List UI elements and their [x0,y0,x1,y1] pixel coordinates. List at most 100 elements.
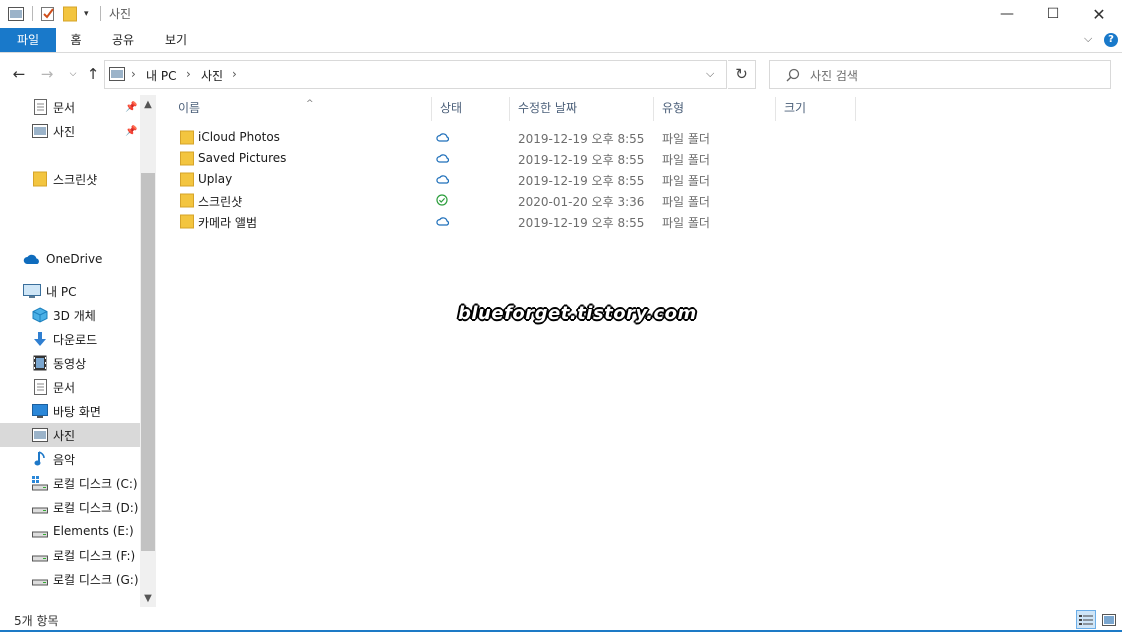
nav-item-label: 사진 [53,124,76,139]
nav-item-pictures[interactable]: 사진 [0,423,140,447]
nav-item-documents-quick[interactable]: 문서 📌 [0,95,140,119]
ribbon: 파일 홈 공유 보기 ⌵ ? [0,28,1122,53]
address-dropdown-icon[interactable]: ⌵ [706,67,714,81]
new-folder-icon[interactable] [63,5,77,23]
tab-file[interactable]: 파일 [0,28,56,52]
file-row[interactable]: Uplay 2019-12-19 오후 8:55 파일 폴더 [176,169,736,190]
pc-icon [23,283,41,299]
nav-item-label: 3D 개체 [53,308,96,323]
recent-locations-icon[interactable]: ⌵ [64,65,82,83]
file-name: Uplay [198,172,233,186]
scroll-down-icon[interactable]: ▼ [140,591,156,607]
music-icon [32,451,48,467]
file-modified: 2019-12-19 오후 8:55 [518,216,645,230]
file-row[interactable]: 스크린샷 2020-01-20 오후 3:36 파일 폴더 [176,190,736,211]
folder-icon [180,130,194,148]
cloud-icon [436,173,450,187]
nav-item-label: 스크린샷 [53,172,98,187]
documents-icon [32,99,48,115]
nav-item-desktop[interactable]: 바탕 화면 [0,399,140,423]
tab-home[interactable]: 홈 [62,28,90,52]
nav-scrollbar[interactable]: ▲ ▼ [140,95,156,607]
nav-item-pictures-quick[interactable]: 사진 📌 [0,119,140,143]
tab-view[interactable]: 보기 [159,28,193,52]
synced-check-icon [436,194,448,209]
file-row[interactable]: iCloud Photos 2019-12-19 오후 8:55 파일 폴더 [176,127,736,148]
nav-item-label: 로컬 디스크 (G:) [53,572,139,587]
folder-icon [180,172,194,190]
large-icons-view-icon[interactable] [1099,610,1119,629]
pictures-folder-icon [109,67,125,84]
forward-arrow-icon[interactable]: → [38,65,56,83]
nav-item-label: 음악 [53,452,76,467]
nav-item-music[interactable]: 음악 [0,447,140,471]
nav-item-drive-c[interactable]: 로컬 디스크 (C:) [0,471,140,495]
nav-item-3d-objects[interactable]: 3D 개체 [0,303,140,327]
nav-item-label: 문서 [53,380,76,395]
folder-icon [32,171,48,187]
back-arrow-icon[interactable]: ← [10,65,28,83]
column-header-modified[interactable]: 수정한 날짜 [510,97,654,121]
breadcrumb-this-pc[interactable]: 내 PC [146,67,176,84]
file-row[interactable]: 카메라 앨범 2019-12-19 오후 8:55 파일 폴더 [176,211,736,232]
nav-item-drive-f[interactable]: 로컬 디스크 (F:) [0,543,140,567]
properties-icon[interactable] [40,5,56,23]
breadcrumb-chevron-icon[interactable]: › [232,67,237,81]
minimize-icon[interactable]: — [984,0,1030,28]
column-header-status[interactable]: 상태 [432,97,510,121]
scrollbar-thumb[interactable] [141,173,155,551]
expand-ribbon-icon[interactable]: ⌵ [1084,32,1092,46]
tab-share[interactable]: 공유 [106,28,140,52]
nav-item-drive-e[interactable]: Elements (E:) [0,519,140,543]
nav-item-drive-g[interactable]: 로컬 디스크 (G:) [0,567,140,591]
help-icon[interactable]: ? [1104,33,1118,47]
maximize-icon[interactable]: ☐ [1030,0,1076,28]
search-icon [786,68,800,85]
nav-item-label: Elements (E:) [53,524,134,538]
refresh-icon[interactable]: ↻ [728,60,756,89]
search-input[interactable]: 사진 검색 [769,60,1111,89]
system-drive-icon [32,475,48,491]
breadcrumb-pictures[interactable]: 사진 [201,67,223,84]
drive-icon [32,547,48,563]
nav-item-downloads[interactable]: 다운로드 [0,327,140,351]
nav-item-onedrive[interactable]: OneDrive [0,247,140,271]
nav-item-label: 바탕 화면 [53,404,101,419]
breadcrumb-chevron-icon[interactable]: › [186,67,191,81]
file-modified: 2020-01-20 오후 3:36 [518,195,645,209]
column-header-name[interactable]: 이름 ^ [170,97,432,121]
nav-item-drive-d[interactable]: 로컬 디스크 (D:) [0,495,140,519]
search-placeholder: 사진 검색 [810,69,858,83]
file-modified: 2019-12-19 오후 8:55 [518,153,645,167]
file-type: 파일 폴더 [662,132,710,146]
watermark-text: blueforget.tistory.com [458,303,697,324]
customize-toolbar-icon[interactable]: ▾ [84,5,89,23]
column-header-size[interactable]: 크기 [776,97,856,121]
breadcrumb-chevron-icon[interactable]: › [131,67,136,81]
file-type: 파일 폴더 [662,195,710,209]
app-icon[interactable] [8,5,24,23]
details-view-icon[interactable] [1076,610,1096,629]
pin-icon[interactable]: 📌 [125,102,137,113]
close-icon[interactable]: ✕ [1076,0,1122,28]
nav-item-videos[interactable]: 동영상 [0,351,140,375]
drive-icon [32,499,48,515]
file-row[interactable]: Saved Pictures 2019-12-19 오후 8:55 파일 폴더 [176,148,736,169]
nav-item-documents[interactable]: 문서 [0,375,140,399]
file-modified: 2019-12-19 오후 8:55 [518,132,645,146]
nav-item-label: 문서 [53,100,76,115]
documents-icon [32,379,48,395]
pin-icon[interactable]: 📌 [125,126,137,137]
drive-icon [32,523,48,539]
navigation-pane: 문서 📌 사진 📌 스크린샷 OneDrive 내 PC 3D 개체 다운로드 … [0,95,156,607]
nav-item-screenshots[interactable]: 스크린샷 [0,167,140,191]
up-arrow-icon[interactable]: ↑ [84,65,102,83]
title-separator [100,6,101,21]
column-header-type[interactable]: 유형 [654,97,776,121]
nav-item-label: 로컬 디스크 (C:) [53,476,138,491]
scroll-up-icon[interactable]: ▲ [140,97,156,113]
nav-item-this-pc[interactable]: 내 PC [0,279,140,303]
drive-icon [32,571,48,587]
address-bar[interactable]: › 내 PC › 사진 › ⌵ [104,60,727,89]
onedrive-icon [23,251,41,267]
